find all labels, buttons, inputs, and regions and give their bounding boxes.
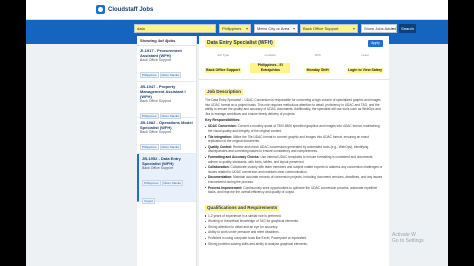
responsibility-lead: Documentation: <box>208 175 233 180</box>
top-header: Cloudstaff Jobs <box>26 0 448 20</box>
chevron-down-icon: ▾ <box>292 26 295 31</box>
qualification-item: Strong problem-solving skills and abilit… <box>205 242 383 247</box>
job-card-title[interactable]: JB-1982 - Operations Model Specialist (W… <box>140 120 193 130</box>
job-card[interactable]: JB-1947 - Property Management Assistant … <box>137 82 196 119</box>
job-title: Data Entry Specialist (WFH) <box>205 40 275 47</box>
job-card-category: Back Office Support <box>140 99 172 103</box>
responsibility-lead: Process Improvement: <box>208 185 243 190</box>
responsibility-text: Maintain accurate records of conversion … <box>208 175 383 184</box>
job-card[interactable]: JB-1952 - Data Entry Specialist (WFH) Bac… <box>137 154 196 204</box>
os-watermark: Activate W Go to Settings <box>392 232 424 244</box>
job-card-title[interactable]: JB-1952 - Data Entry Specialist (WFH) <box>142 156 193 166</box>
job-meta-row: Job Type Back Office Support Location Ph… <box>203 53 385 76</box>
chevron-down-icon: ▾ <box>391 26 394 31</box>
responsibility-lead: Formatting and Accuracy Checks: <box>208 154 260 159</box>
meta-location: Location Philippines - El Extrajohtos <box>250 53 291 76</box>
responsibility-item: Documentation: Maintain accurate records… <box>205 175 383 184</box>
brand-name[interactable]: Cloudstaff Jobs <box>108 7 153 13</box>
letterbox-left <box>0 0 26 266</box>
responsibility-item: Collaboration: Collaborate closely with … <box>205 165 383 174</box>
letterbox-right <box>448 0 474 266</box>
job-card-tag: Metro Manila <box>159 144 181 150</box>
job-card-tag: Metro Manila <box>159 72 181 78</box>
date-select[interactable]: Show Jobs Added ▾ <box>361 24 397 33</box>
description-heading: Job Description <box>205 89 244 95</box>
job-type-select[interactable]: Back Office Support ▾ <box>300 24 358 33</box>
responsibility-item: Tile Integration: Utilize the Tile UDAC … <box>205 134 383 144</box>
responsibility-item: Process Improvement: Continuously seek o… <box>205 185 383 195</box>
job-card[interactable]: JB-1982 - Operations Model Specialist (W… <box>137 118 196 154</box>
results-panel: Showing 4of 4jobs Jl-1917 - Procurement … <box>137 36 197 266</box>
responsibilities-list: UDAC Conversion: Convert a monthly quota… <box>199 124 389 194</box>
job-card-category: Back Office Support <box>142 166 174 170</box>
meta-salary: Level Login to View Salary <box>346 53 384 73</box>
job-card-category: Back Office Support <box>140 130 172 134</box>
chevron-down-icon: ▾ <box>352 26 355 31</box>
responsibility-lead: Quality Control: <box>208 144 233 149</box>
responsibility-text: Utilize the Tile UDAC format to convert … <box>208 134 369 144</box>
qualification-item: Working or theoretical knowledge of TAG … <box>205 219 383 224</box>
responsibility-text: Review and check UDAC conversions genera… <box>208 144 369 154</box>
meta-shift: Shift Monday Shift <box>305 53 330 73</box>
responsibility-lead: UDAC Conversion: <box>208 124 237 129</box>
results-count: Showing 4of 4jobs <box>137 36 196 46</box>
responsibility-lead: Tile Integration: <box>208 134 232 139</box>
job-card-tag: Metro Manila <box>161 180 183 186</box>
job-card[interactable]: Jl-1917 - Procurement Assistant (WFH) Bac… <box>137 46 196 82</box>
qualification-item: Ability to work under pressure and meet … <box>205 230 383 235</box>
job-card-title[interactable]: JB-1947 - Property Management Assistant … <box>140 84 193 99</box>
job-card-tag: Philippines <box>140 72 159 78</box>
qualification-item: Proficient in using computer tools like … <box>205 236 383 241</box>
qualification-item: Strong attention to detail and an eye fo… <box>205 225 383 230</box>
responsibility-text: Collaborate closely with team members an… <box>208 165 383 174</box>
qualifications-heading: Qualifications and Requirements <box>205 204 280 211</box>
job-detail-header: Data Entry Specialist (WFH) Apply Job Ty… <box>199 36 389 80</box>
country-select[interactable]: Philippines ▾ <box>219 24 251 33</box>
job-card-category: Back Office Support <box>140 58 172 62</box>
apply-button[interactable]: Apply <box>368 40 383 47</box>
screen: Cloudstaff Jobs data Philippines ▾ Metro … <box>0 0 474 266</box>
meta-job-type: Job Type Back Office Support <box>205 53 241 73</box>
job-detail-panel: Data Entry Specialist (WFH) Apply Job Ty… <box>199 36 389 266</box>
search-button[interactable]: Search <box>399 24 416 33</box>
responsibility-item: Formatting and Accuracy Checks: Use inte… <box>205 154 383 164</box>
chevron-down-icon: ▾ <box>245 26 248 31</box>
job-card-tag: Urgent <box>142 198 156 204</box>
description-text: The Data Entry Specialist – UDAC Convers… <box>205 98 381 116</box>
job-card-tag: Philippines <box>140 144 159 150</box>
job-card-tag: Philippines <box>142 180 161 186</box>
responsibilities-heading: Key Responsibilities: <box>205 118 241 123</box>
logo-icon[interactable] <box>96 5 105 14</box>
qualifications-list: 1-2 years of experience in a similar rol… <box>199 214 389 247</box>
job-card-title[interactable]: Jl-1917 - Procurement Assistant (WFH) <box>140 48 193 58</box>
responsibility-item: UDAC Conversion: Convert a monthly quota… <box>205 124 383 133</box>
job-list: Jl-1917 - Procurement Assistant (WFH) Bac… <box>137 46 196 204</box>
responsibility-lead: Collaboration: <box>208 165 230 170</box>
keyword-input[interactable]: data <box>134 24 216 33</box>
qualification-item: 1-2 years of experience in a similar rol… <box>205 214 383 219</box>
responsibility-item: Quality Control: Review and check UDAC c… <box>205 144 383 154</box>
area-select[interactable]: Metro City or Area ▾ <box>254 24 298 33</box>
